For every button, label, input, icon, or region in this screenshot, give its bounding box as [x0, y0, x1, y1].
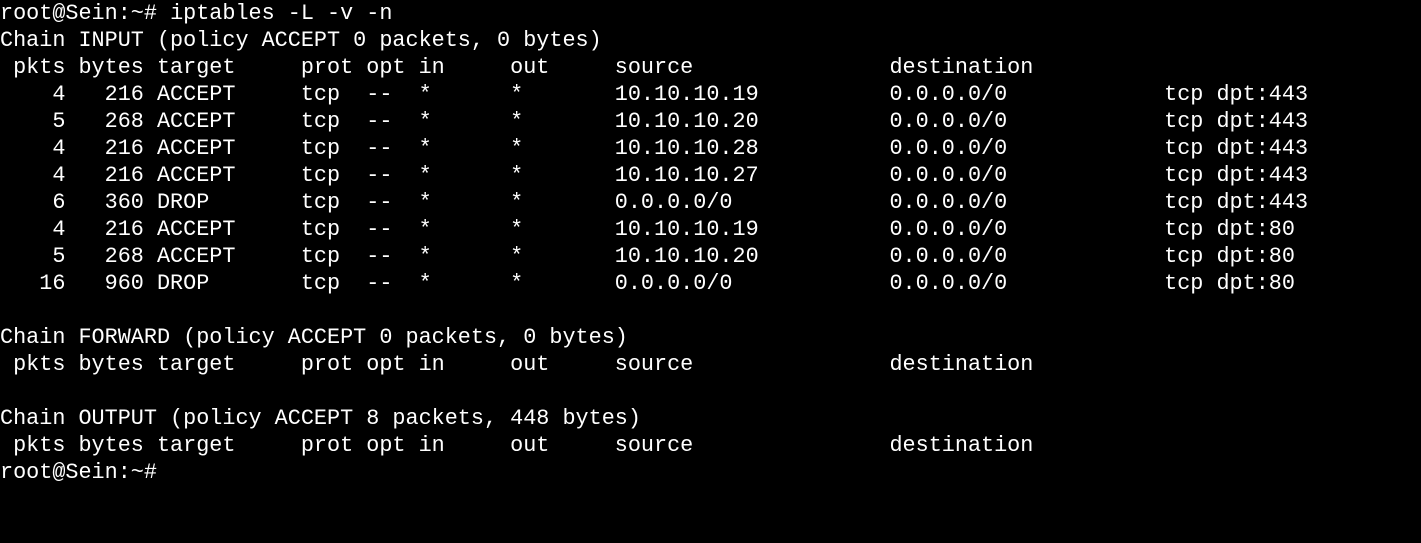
- chain-forward-title: Chain FORWARD (policy ACCEPT 0 packets, …: [0, 325, 628, 350]
- chain-forward-header: pkts bytes target prot opt in out source…: [0, 352, 1034, 377]
- shell-prompt: root@Sein:~#: [0, 460, 157, 485]
- table-row: 4 216 ACCEPT tcp -- * * 10.10.10.27 0.0.…: [0, 163, 1309, 188]
- final-prompt-line[interactable]: root@Sein:~#: [0, 459, 1421, 486]
- table-row: 16 960 DROP tcp -- * * 0.0.0.0/0 0.0.0.0…: [0, 271, 1295, 296]
- shell-prompt: root@Sein:~#: [0, 1, 157, 26]
- terminal-window[interactable]: root@Sein:~# iptables -L -v -n Chain INP…: [0, 0, 1421, 543]
- command-text: iptables -L -v -n: [170, 1, 393, 26]
- chain-output-header: pkts bytes target prot opt in out source…: [0, 433, 1034, 458]
- table-row: 5 268 ACCEPT tcp -- * * 10.10.10.20 0.0.…: [0, 109, 1309, 134]
- table-row: 6 360 DROP tcp -- * * 0.0.0.0/0 0.0.0.0/…: [0, 190, 1309, 215]
- table-row: 4 216 ACCEPT tcp -- * * 10.10.10.19 0.0.…: [0, 217, 1295, 242]
- table-row: 4 216 ACCEPT tcp -- * * 10.10.10.28 0.0.…: [0, 136, 1309, 161]
- chain-input-header: pkts bytes target prot opt in out source…: [0, 55, 1034, 80]
- table-row: 4 216 ACCEPT tcp -- * * 10.10.10.19 0.0.…: [0, 82, 1309, 107]
- command-line: root@Sein:~# iptables -L -v -n: [0, 0, 1421, 27]
- chain-output-title: Chain OUTPUT (policy ACCEPT 8 packets, 4…: [0, 406, 641, 431]
- chain-input-title: Chain INPUT (policy ACCEPT 0 packets, 0 …: [0, 28, 602, 53]
- table-row: 5 268 ACCEPT tcp -- * * 10.10.10.20 0.0.…: [0, 244, 1295, 269]
